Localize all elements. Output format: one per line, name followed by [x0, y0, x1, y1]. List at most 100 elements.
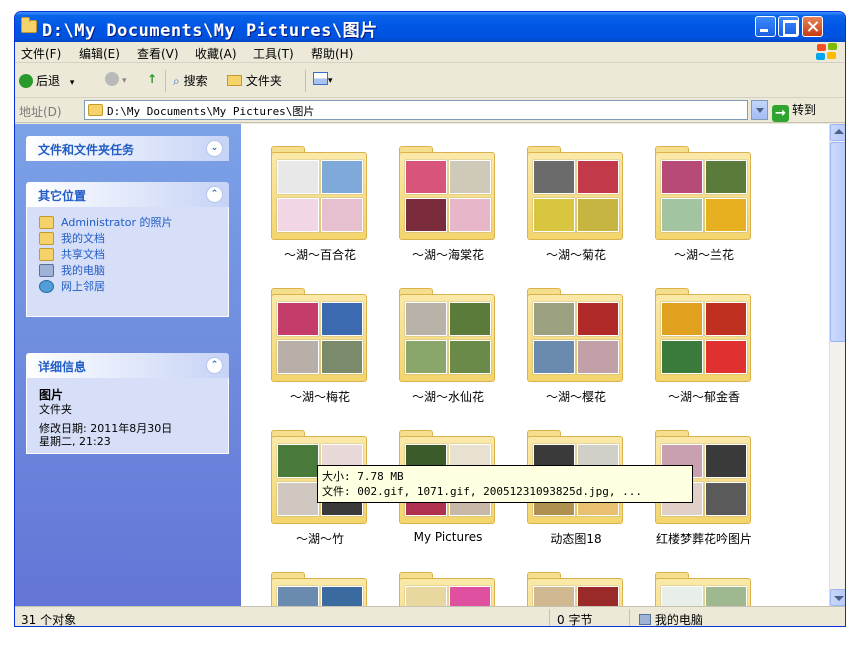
go-button[interactable]: → 转到 — [772, 101, 816, 122]
close-button[interactable] — [802, 16, 823, 37]
details-modified-date: 修改日期: 2011年8月30日 — [39, 422, 173, 435]
folder-name: ～湖～兰花 — [673, 248, 734, 262]
menu-file[interactable]: 文件(F) — [21, 45, 61, 62]
pictures-folder-icon — [39, 216, 54, 229]
views-button[interactable]: ▾ — [313, 72, 333, 86]
menu-edit[interactable]: 编辑(E) — [79, 45, 120, 62]
thumbnail-image — [533, 586, 575, 606]
folder-info-tooltip: 大小: 7.78 MB 文件: 002.gif, 1071.gif, 20051… — [317, 465, 693, 503]
maximize-button[interactable] — [778, 16, 799, 37]
thumbnail-image — [277, 160, 319, 194]
views-dropdown-icon: ▾ — [328, 76, 333, 86]
my-documents-icon — [39, 232, 54, 245]
folder-name: ～湖～竹 — [295, 532, 344, 546]
tooltip-size: 大小: 7.78 MB — [322, 470, 404, 483]
menu-view[interactable]: 查看(V) — [137, 45, 179, 62]
details-body: 图片 文件夹 修改日期: 2011年8月30日 星期二, 21:23 — [26, 378, 229, 454]
search-button[interactable]: ⌕ 搜索 — [173, 72, 208, 89]
folder-name: ～湖～菊花 — [545, 248, 606, 262]
other-places-panel: 其它位置 ⌃ Administrator 的照片 我的文档 共享文档 我的电脑 … — [26, 182, 229, 317]
scroll-thumb[interactable] — [830, 142, 845, 342]
place-link-my-computer[interactable]: 我的电脑 — [39, 263, 216, 279]
thumbnail-image — [405, 160, 447, 194]
place-link-network-places[interactable]: 网上邻居 — [39, 279, 216, 295]
status-bar: 31 个对象 0 字节 我的电脑 — [15, 606, 845, 626]
thumbnail-image — [321, 302, 363, 336]
forward-button[interactable]: ▾ — [105, 72, 127, 86]
collapse-chevron-icon[interactable]: ⌃ — [206, 357, 223, 374]
menu-bar: 文件(F) 编辑(E) 查看(V) 收藏(A) 工具(T) 帮助(H) — [15, 42, 845, 63]
folder-icon — [21, 17, 37, 33]
address-dropdown-button[interactable] — [751, 100, 768, 120]
forward-dropdown-icon[interactable]: ▾ — [122, 76, 127, 86]
collapse-chevron-icon[interactable]: ⌃ — [206, 186, 223, 203]
menu-tools[interactable]: 工具(T) — [253, 45, 294, 62]
tasks-panel: 文件和文件夹任务 ⌄ — [26, 136, 229, 161]
address-input[interactable]: D:\My Documents\My Pictures\图片 — [84, 100, 748, 120]
thumbnail-image — [705, 198, 747, 232]
folder-icon — [271, 146, 367, 240]
menu-favorites[interactable]: 收藏(A) — [195, 45, 237, 62]
my-computer-icon — [39, 264, 54, 277]
folder-name: ～湖～水仙花 — [411, 390, 484, 404]
thumbnail-image — [705, 444, 747, 478]
thumbnail-image — [321, 160, 363, 194]
windows-logo-icon — [815, 43, 841, 62]
folder-name: 动态图18 — [550, 532, 602, 546]
tooltip-files: 文件: 002.gif, 1071.gif, 20051231093825d.j… — [322, 485, 643, 498]
forward-arrow-icon — [105, 72, 119, 86]
thumbnail-image — [705, 340, 747, 374]
thumbnail-image — [277, 444, 319, 478]
folders-button[interactable]: 文件夹 — [227, 72, 282, 89]
views-icon — [313, 72, 328, 85]
thumbnail-image — [533, 340, 575, 374]
thumbnail-image — [405, 302, 447, 336]
thumbnail-image — [277, 482, 319, 516]
folder-icon — [655, 146, 751, 240]
folder-name: 红楼梦葬花吟图片 — [655, 532, 752, 546]
thumbnail-image — [449, 160, 491, 194]
minimize-button[interactable] — [755, 16, 776, 37]
status-separator — [629, 609, 630, 626]
place-link-my-documents[interactable]: 我的文档 — [39, 231, 216, 247]
search-icon: ⌕ — [173, 74, 180, 88]
thumbnail-image — [321, 340, 363, 374]
vertical-scrollbar[interactable] — [829, 124, 845, 606]
thumbnail-image — [705, 482, 747, 516]
up-folder-icon[interactable]: ↑ — [147, 72, 157, 86]
thumbnail-image — [661, 198, 703, 232]
other-places-header[interactable]: 其它位置 ⌃ — [26, 182, 229, 207]
thumbnail-image — [321, 198, 363, 232]
task-pane: 文件和文件夹任务 ⌄ 其它位置 ⌃ Administrator 的照片 我的文档 — [15, 124, 241, 606]
folder-name: ～湖～梅花 — [289, 390, 350, 404]
details-item-type: 文件夹 — [39, 403, 72, 416]
place-link-shared-documents[interactable]: 共享文档 — [39, 247, 216, 263]
thumbnail-image — [533, 198, 575, 232]
back-dropdown-icon[interactable]: ▾ — [70, 78, 75, 88]
title-bar[interactable]: D:\My Documents\My Pictures\图片 — [15, 12, 845, 42]
go-arrow-icon: → — [772, 105, 789, 122]
scroll-up-button[interactable] — [830, 124, 845, 141]
folder-name: ～湖～郁金香 — [667, 390, 740, 404]
folder-name: My Pictures — [413, 530, 483, 544]
address-bar: 地址(D) D:\My Documents\My Pictures\图片 → 转到 — [15, 98, 845, 123]
place-link-administrator-pictures[interactable]: Administrator 的照片 — [39, 215, 216, 231]
thumbnail-image — [661, 586, 703, 606]
thumbnail-image — [661, 302, 703, 336]
back-button[interactable]: 后退 ▾ — [19, 72, 74, 89]
folder-icon — [88, 104, 103, 116]
tasks-panel-header[interactable]: 文件和文件夹任务 ⌄ — [26, 136, 229, 161]
thumbnail-image — [705, 302, 747, 336]
status-separator — [549, 609, 550, 626]
thumbnail-image — [405, 340, 447, 374]
folder-icon — [271, 288, 367, 382]
window-title: D:\My Documents\My Pictures\图片 — [42, 21, 378, 41]
toolbar: 后退 ▾ ▾ ↑ ⌕ 搜索 文件夹 ▾ — [15, 64, 845, 98]
thumbnail-image — [449, 198, 491, 232]
scroll-down-button[interactable] — [830, 589, 845, 606]
thumbnail-image — [661, 160, 703, 194]
details-header[interactable]: 详细信息 ⌃ — [26, 353, 229, 378]
folder-icon — [399, 146, 495, 240]
menu-help[interactable]: 帮助(H) — [311, 45, 353, 62]
expand-chevron-icon[interactable]: ⌄ — [206, 140, 223, 157]
